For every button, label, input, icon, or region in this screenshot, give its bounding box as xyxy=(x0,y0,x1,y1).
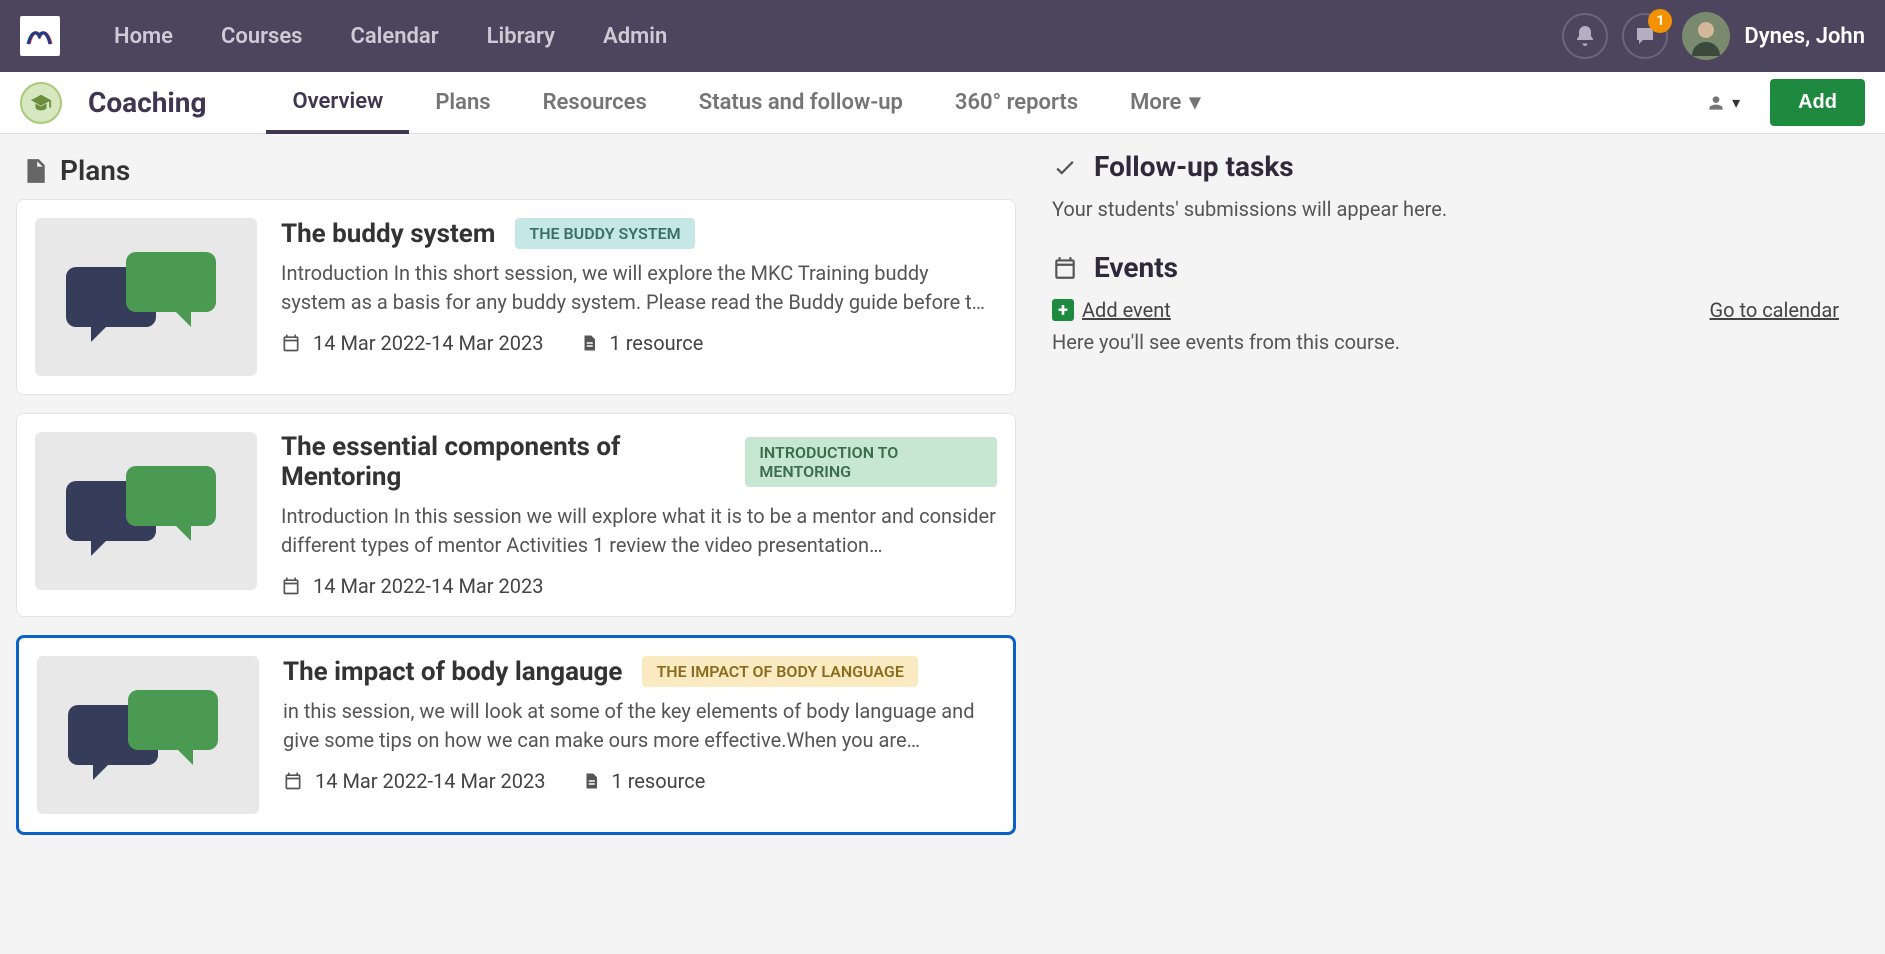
add-event-label: Add event xyxy=(1082,298,1171,322)
bell-icon xyxy=(1573,24,1597,48)
logo[interactable] xyxy=(20,16,60,56)
plan-thumbnail xyxy=(35,432,257,590)
tab-360-reports[interactable]: 360° reports xyxy=(929,72,1104,134)
course-icon xyxy=(20,82,62,124)
plan-title: The buddy system xyxy=(281,219,495,249)
plan-resources-text: 1 resource xyxy=(610,331,704,355)
plan-tag: THE BUDDY SYSTEM xyxy=(515,218,694,249)
top-navbar: Home Courses Calendar Library Admin 1 Dy… xyxy=(0,0,1885,72)
tab-more-label: More xyxy=(1130,90,1181,115)
plan-tag: THE IMPACT OF BODY LANGUAGE xyxy=(642,656,917,687)
tab-resources[interactable]: Resources xyxy=(517,72,673,134)
calendar-icon xyxy=(281,333,301,353)
plan-resources-text: 1 resource xyxy=(612,769,706,793)
user-role-dropdown[interactable]: ▾ xyxy=(1706,93,1740,113)
username[interactable]: Dynes, John xyxy=(1744,24,1865,49)
plan-date-text: 14 Mar 2022-14 Mar 2023 xyxy=(315,769,546,793)
plan-resources: 1 resource xyxy=(580,331,704,355)
events-heading: Events xyxy=(1094,251,1178,284)
calendar-icon xyxy=(283,771,303,791)
check-icon xyxy=(1052,154,1078,180)
plan-card[interactable]: The essential components of Mentoring IN… xyxy=(16,413,1016,617)
plan-date: 14 Mar 2022-14 Mar 2023 xyxy=(281,331,544,355)
plan-date-text: 14 Mar 2022-14 Mar 2023 xyxy=(313,331,544,355)
brand-logo-icon xyxy=(25,24,55,48)
speech-bubbles-icon xyxy=(56,237,236,357)
plan-title: The impact of body langauge xyxy=(283,657,622,687)
calendar-icon xyxy=(281,576,301,596)
file-icon xyxy=(582,771,600,791)
avatar-icon xyxy=(1686,16,1726,56)
nav-home[interactable]: Home xyxy=(90,24,197,49)
plan-tag: INTRODUCTION TO MENTORING xyxy=(745,437,997,487)
plan-thumbnail xyxy=(35,218,257,376)
plan-date: 14 Mar 2022-14 Mar 2023 xyxy=(283,769,546,793)
plan-date: 14 Mar 2022-14 Mar 2023 xyxy=(281,574,544,598)
plan-resources: 1 resource xyxy=(582,769,706,793)
nav-admin[interactable]: Admin xyxy=(579,24,691,49)
nav-library[interactable]: Library xyxy=(463,24,579,49)
plans-icon xyxy=(22,158,48,184)
plan-description: Introduction In this session we will exp… xyxy=(281,502,997,560)
speech-bubbles-icon xyxy=(56,451,236,571)
events-empty-text: Here you'll see events from this course. xyxy=(1052,330,1839,354)
plan-date-text: 14 Mar 2022-14 Mar 2023 xyxy=(313,574,544,598)
followup-text: Your students' submissions will appear h… xyxy=(1052,197,1839,221)
tab-more[interactable]: More ▾ xyxy=(1104,72,1226,134)
graduation-cap-icon xyxy=(30,92,52,114)
calendar-icon xyxy=(1052,255,1078,281)
events-section: Events + Add event Go to calendar Here y… xyxy=(1052,251,1839,354)
notifications-button[interactable] xyxy=(1562,13,1608,59)
avatar[interactable] xyxy=(1682,12,1730,60)
plan-description: in this session, we will look at some of… xyxy=(283,697,995,755)
tab-overview[interactable]: Overview xyxy=(266,72,409,134)
chevron-down-icon: ▾ xyxy=(1732,93,1740,112)
plan-description: Introduction In this short session, we w… xyxy=(281,259,997,317)
plans-heading: Plans xyxy=(22,154,1016,187)
chevron-down-icon: ▾ xyxy=(1189,90,1200,115)
file-icon xyxy=(580,333,598,353)
person-icon xyxy=(1706,93,1726,113)
course-title: Coaching xyxy=(88,86,206,119)
followup-heading: Follow-up tasks xyxy=(1094,150,1294,183)
nav-calendar[interactable]: Calendar xyxy=(326,24,462,49)
plan-thumbnail xyxy=(37,656,259,814)
messages-badge: 1 xyxy=(1648,9,1672,33)
nav-courses[interactable]: Courses xyxy=(197,24,327,49)
tab-plans[interactable]: Plans xyxy=(409,72,516,134)
plan-card[interactable]: The impact of body langauge THE IMPACT O… xyxy=(16,635,1016,835)
plans-heading-text: Plans xyxy=(60,154,130,187)
add-event-link[interactable]: + Add event xyxy=(1052,298,1171,322)
speech-bubbles-icon xyxy=(58,675,238,795)
plan-card[interactable]: The buddy system THE BUDDY SYSTEM Introd… xyxy=(16,199,1016,395)
messages-button[interactable]: 1 xyxy=(1622,13,1668,59)
plus-icon: + xyxy=(1052,299,1074,321)
tab-status-followup[interactable]: Status and follow-up xyxy=(673,72,929,134)
add-button[interactable]: Add xyxy=(1770,79,1865,126)
followup-section: Follow-up tasks Your students' submissio… xyxy=(1052,150,1839,221)
plan-title: The essential components of Mentoring xyxy=(281,432,725,492)
goto-calendar-link[interactable]: Go to calendar xyxy=(1709,298,1839,322)
course-subnav: Coaching Overview Plans Resources Status… xyxy=(0,72,1885,134)
